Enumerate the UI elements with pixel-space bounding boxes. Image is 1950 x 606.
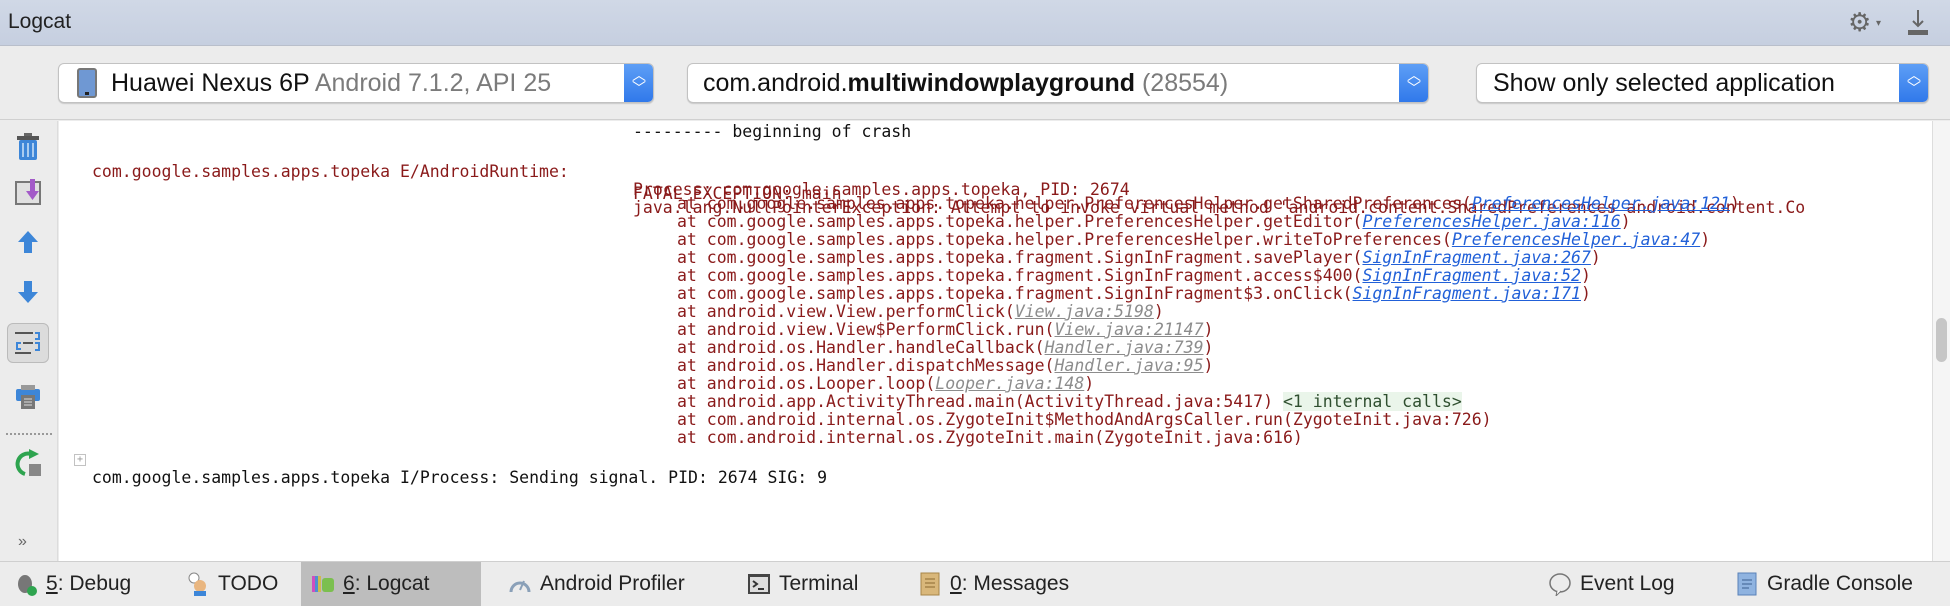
soft-wrap-icon[interactable] <box>7 323 49 363</box>
stack-frame-suffix: ) <box>1700 230 1711 249</box>
more-actions-button[interactable]: » <box>18 533 27 551</box>
gradle-console-icon <box>1737 572 1757 596</box>
device-detail: Android 7.1.2, API 25 <box>314 69 552 97</box>
device-name: Huawei Nexus 6P <box>111 69 310 97</box>
down-arrow-icon[interactable] <box>12 276 44 308</box>
gear-icon[interactable]: ⚙ ▾ <box>1848 8 1888 36</box>
stack-frame-suffix: ) <box>1730 194 1740 213</box>
source-link[interactable]: SignInFragment.java:171 <box>1353 284 1581 303</box>
tool-window-header: Logcat ⚙ ▾ <box>0 0 1950 46</box>
logcat-icon <box>312 576 334 592</box>
todo-icon <box>188 572 206 596</box>
phone-icon <box>77 68 97 98</box>
trash-icon[interactable] <box>12 131 44 163</box>
device-selector[interactable]: Huawei Nexus 6P Android 7.1.2, API 25 ︿ ﹀ <box>58 63 654 103</box>
window-title: Logcat <box>8 10 72 33</box>
tab-mnemonic: 6 <box>343 572 355 595</box>
chevron-down-icon: ▾ <box>1876 18 1882 29</box>
log-tag: com.google.samples.apps.topeka E/Android… <box>92 162 569 181</box>
tab-debug[interactable]: 5: Debug <box>4 562 141 606</box>
tab-label: : Logcat <box>354 572 430 595</box>
scrollbar-thumb[interactable] <box>1936 318 1947 362</box>
log-line: java.lang.NullPointerException: Attempt … <box>59 175 1805 217</box>
tab-messages[interactable]: 0: Messages <box>908 562 1079 606</box>
chevron-updown-icon[interactable]: ︿ ﹀ <box>1399 64 1428 102</box>
stack-frame-suffix: ) <box>1203 356 1214 375</box>
vertical-scrollbar[interactable] <box>1932 121 1950 561</box>
logcat-sidebar: » <box>0 121 58 561</box>
tab-label: : Debug <box>57 572 132 595</box>
debug-icon <box>18 575 37 596</box>
tab-label: Android Profiler <box>540 572 685 595</box>
process-name: multiwindowplayground <box>847 69 1136 97</box>
tab-mnemonic: 5 <box>46 572 58 595</box>
process-prefix: com.android. <box>703 69 848 97</box>
download-icon[interactable] <box>1906 8 1930 38</box>
process-pid: (28554) <box>1141 69 1229 97</box>
tool-window-bar: 5: Debug TODO 6: Logcat Android Profiler… <box>0 561 1950 606</box>
log-message: com.google.samples.apps.topeka I/Process… <box>92 468 828 487</box>
tab-terminal[interactable]: Terminal <box>737 562 868 606</box>
log-line: com.google.samples.apps.topeka I/Process… <box>59 445 827 487</box>
logcat-toolbar: Huawei Nexus 6P Android 7.1.2, API 25 ︿ ﹀… <box>0 46 1950 120</box>
stack-frame-text: at com.android.internal.os.ZygoteInit.ma… <box>677 428 1303 447</box>
event-log-icon <box>1549 573 1571 596</box>
up-arrow-icon[interactable] <box>12 226 44 258</box>
profiler-icon <box>509 580 531 593</box>
filter-selector[interactable]: Show only selected application ︿ ﹀ <box>1476 63 1929 103</box>
filter-value: Show only selected application <box>1493 69 1835 97</box>
tab-logcat[interactable]: 6: Logcat <box>301 562 481 606</box>
crash-header: --------- beginning of crash <box>633 122 912 141</box>
stack-frame-suffix: ) <box>1581 284 1591 303</box>
restart-icon[interactable] <box>12 447 44 479</box>
tab-label: TODO <box>218 572 279 595</box>
separator <box>6 433 52 435</box>
tab-label: Terminal <box>779 572 859 595</box>
scroll-to-end-icon[interactable] <box>12 176 44 208</box>
print-icon[interactable] <box>12 381 44 413</box>
stack-frame-suffix: ) <box>1590 248 1601 267</box>
tab-android-profiler[interactable]: Android Profiler <box>498 562 695 606</box>
tab-label: : Messages <box>961 572 1070 595</box>
messages-icon <box>920 572 940 596</box>
tab-gradle-console[interactable]: Gradle Console <box>1725 562 1923 606</box>
chevron-updown-icon[interactable]: ︿ ﹀ <box>624 64 653 102</box>
tab-mnemonic: 0 <box>950 572 962 595</box>
chevron-updown-icon[interactable]: ︿ ﹀ <box>1899 64 1928 102</box>
terminal-icon <box>748 574 770 594</box>
logcat-output[interactable]: --------- beginning of crash com.google.… <box>59 121 1932 561</box>
tab-label: Gradle Console <box>1767 572 1913 595</box>
tab-todo[interactable]: TODO <box>176 562 288 606</box>
tab-event-log[interactable]: Event Log <box>1538 562 1685 606</box>
tab-label: Event Log <box>1580 572 1675 595</box>
process-selector[interactable]: com.android.multiwindowplayground (28554… <box>687 63 1429 103</box>
